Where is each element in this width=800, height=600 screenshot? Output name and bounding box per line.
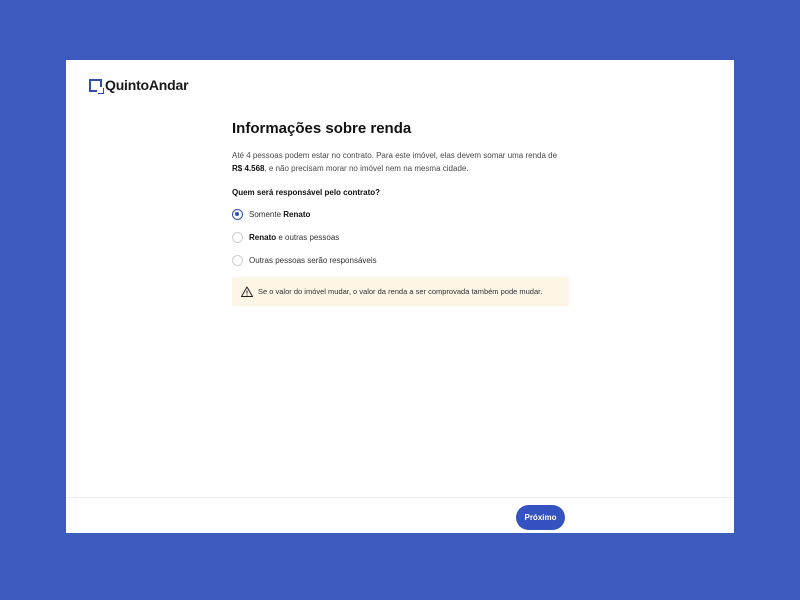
question-label: Quem será responsável pelo contrato?	[232, 188, 381, 197]
income-value: R$ 4.568	[232, 164, 265, 173]
footer-divider	[66, 497, 734, 498]
income-form: Informações sobre renda Até 4 pessoas po…	[232, 120, 572, 306]
brand-name: QuintoAndar	[105, 77, 189, 93]
brand-logo[interactable]: QuintoAndar	[89, 77, 189, 93]
option-label: Somente Renato	[249, 210, 310, 219]
radio-button[interactable]	[232, 254, 243, 266]
radio-button-selected[interactable]	[232, 208, 243, 220]
option-label: Outras pessoas serão responsáveis	[249, 255, 377, 265]
option-name: Renato	[249, 232, 277, 242]
option-label: Renato e outras pessoas	[249, 233, 339, 242]
option-suffix: e outras pessoas	[276, 232, 340, 242]
page-description: Até 4 pessoas podem estar no contrato. P…	[232, 149, 572, 175]
warning-notice: Se o valor do imóvel mudar, o valor da r…	[232, 277, 569, 306]
description-text: Até 4 pessoas podem estar no contrato. P…	[232, 151, 558, 160]
option-renato-and-others[interactable]: Renato e outras pessoas	[232, 231, 572, 243]
notice-text: Se o valor do imóvel mudar, o valor da r…	[258, 287, 543, 296]
option-only-renato[interactable]: Somente Renato	[232, 208, 572, 220]
description-text-end: , e não precisam morar no imóvel nem na …	[264, 164, 469, 173]
app-window: QuintoAndar Informações sobre renda Até …	[66, 60, 734, 533]
quintoandar-logo-icon	[89, 78, 103, 93]
page-title: Informações sobre renda	[232, 120, 412, 137]
radio-button[interactable]	[232, 231, 243, 243]
option-others-responsible[interactable]: Outras pessoas serão responsáveis	[232, 254, 572, 266]
option-prefix: Somente	[249, 209, 284, 219]
warning-icon	[241, 286, 253, 297]
next-button[interactable]: Próximo	[516, 505, 565, 530]
option-name: Renato	[283, 209, 311, 219]
